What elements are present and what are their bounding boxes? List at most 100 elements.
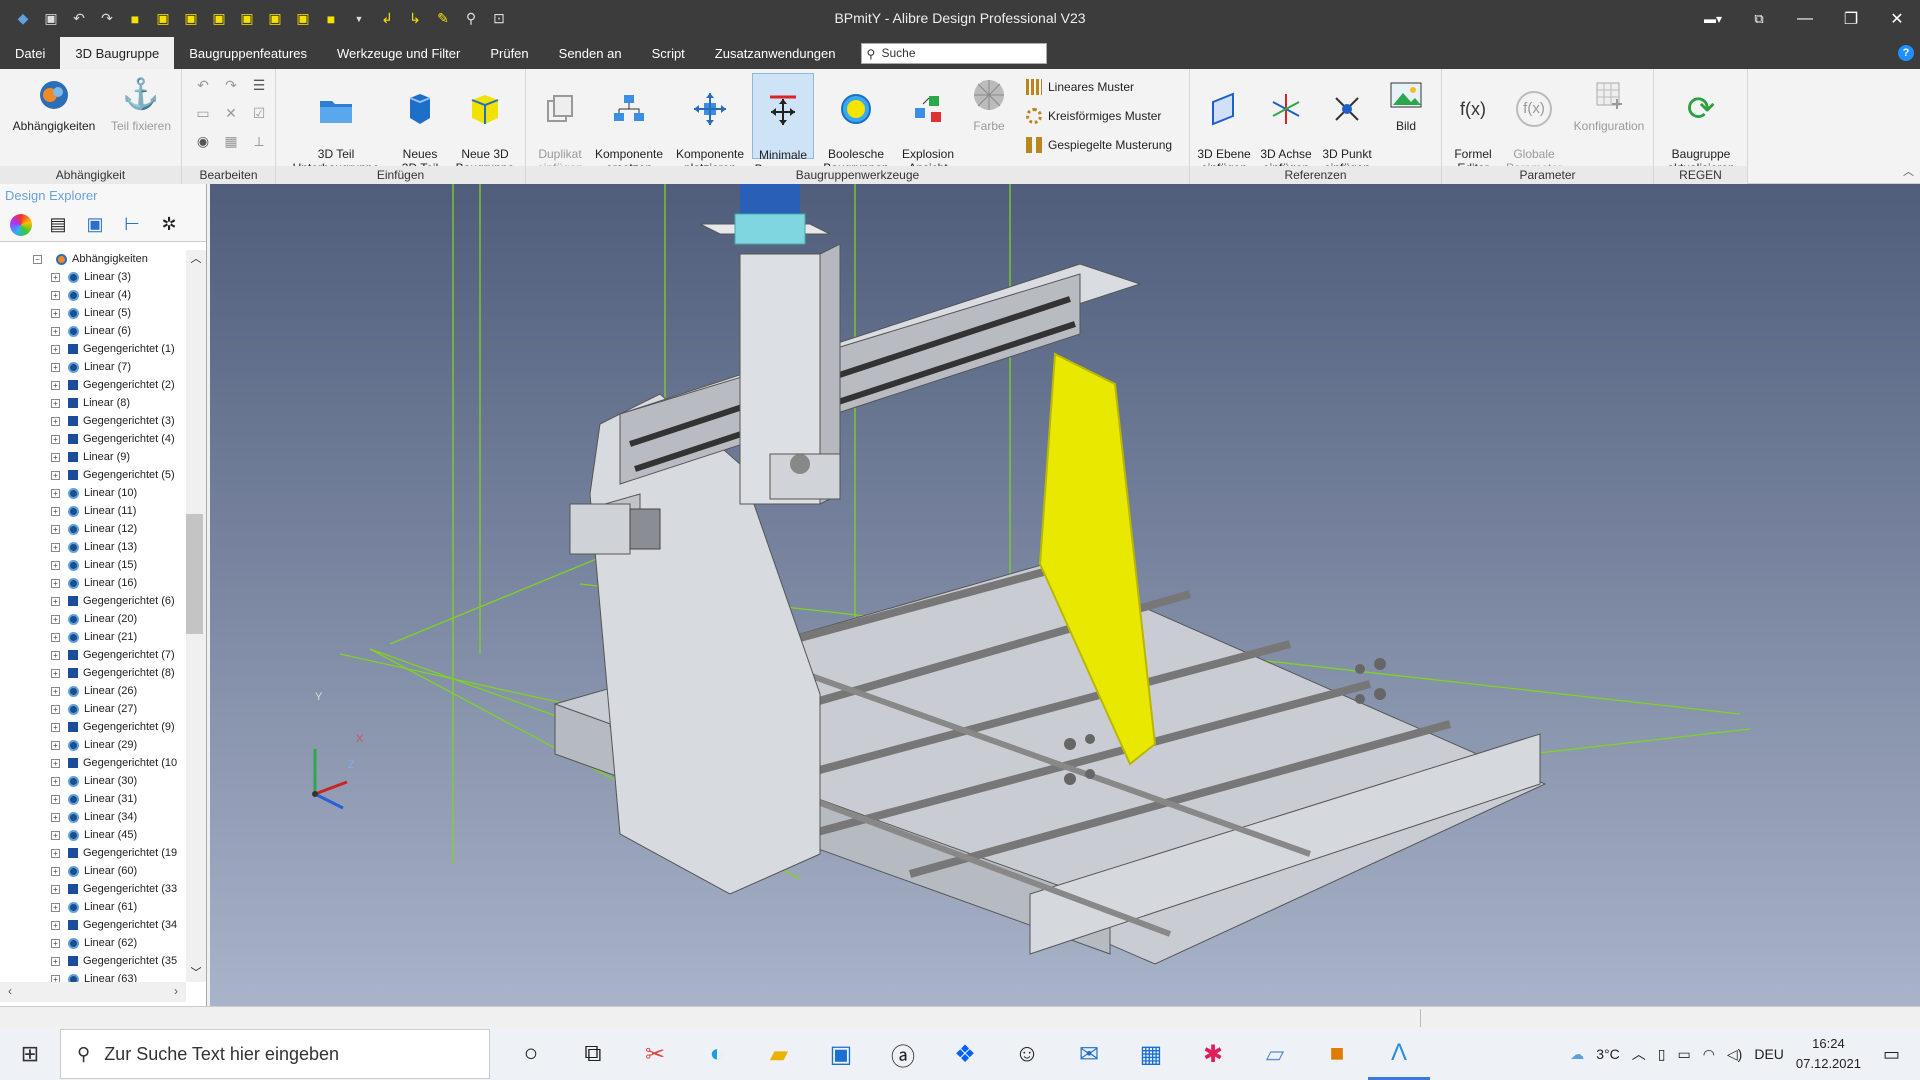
expand-icon[interactable]: +: [51, 633, 60, 642]
expand-icon[interactable]: +: [51, 831, 60, 840]
tree-item[interactable]: + Gegengerichtet (5): [0, 466, 186, 484]
tree-item[interactable]: + Gegengerichtet (34: [0, 916, 186, 934]
mail-icon[interactable]: ✉: [1058, 1028, 1120, 1080]
edit-small-icon[interactable]: ☰: [250, 77, 268, 95]
view-back-icon[interactable]: ▣: [236, 8, 258, 30]
save-icon[interactable]: ▣: [40, 8, 62, 30]
box-small-icon[interactable]: ▦: [222, 133, 240, 151]
tree-item[interactable]: + Gegengerichtet (4): [0, 430, 186, 448]
tree-item[interactable]: + Linear (10): [0, 484, 186, 502]
clock[interactable]: 16:24 07.12.2021: [1796, 1034, 1861, 1074]
tree-item[interactable]: + Linear (3): [0, 268, 186, 286]
gespiegelte-musterung-button[interactable]: Gespiegelte Musterung: [1026, 137, 1172, 153]
help-icon[interactable]: ?: [1898, 45, 1914, 61]
view-custom-icon[interactable]: ■: [320, 8, 342, 30]
scroll-up-icon[interactable]: ︿: [186, 250, 206, 266]
collapse-icon[interactable]: −: [33, 255, 42, 264]
settings-icon[interactable]: ✲: [158, 214, 180, 236]
tab-script[interactable]: Script: [637, 37, 700, 69]
taskbar-search[interactable]: ⚲ Zur Suche Text hier eingeben: [60, 1029, 490, 1079]
weather-temp[interactable]: 3°C: [1596, 1046, 1620, 1062]
copy-small-icon[interactable]: ▭: [194, 105, 212, 123]
tree-item[interactable]: + Linear (63): [0, 970, 186, 982]
file-explorer-icon[interactable]: ▰: [748, 1028, 810, 1080]
3d-viewport[interactable]: Y X Z: [210, 184, 1920, 1006]
weather-icon[interactable]: ☁: [1570, 1046, 1584, 1063]
tree-item[interactable]: + Linear (21): [0, 628, 186, 646]
expand-icon[interactable]: +: [51, 579, 60, 588]
account-icon[interactable]: ▬▾: [1690, 0, 1736, 37]
expand-icon[interactable]: +: [51, 849, 60, 858]
tree-item[interactable]: + Linear (11): [0, 502, 186, 520]
snipping-tool-icon[interactable]: ✂: [624, 1028, 686, 1080]
expand-icon[interactable]: +: [51, 345, 60, 354]
collapse-ribbon-icon[interactable]: ︿: [1903, 163, 1914, 179]
tree-item[interactable]: + Linear (62): [0, 934, 186, 952]
expand-icon[interactable]: +: [51, 741, 60, 750]
scroll-down-icon[interactable]: ﹀: [186, 964, 206, 980]
tree-item[interactable]: + Linear (26): [0, 682, 186, 700]
package-icon[interactable]: ■: [1306, 1028, 1368, 1080]
tree-item[interactable]: + Gegengerichtet (10: [0, 754, 186, 772]
expand-icon[interactable]: +: [51, 291, 60, 300]
view-right-icon[interactable]: ▣: [208, 8, 230, 30]
notifications-icon[interactable]: ▭: [1883, 1044, 1900, 1065]
dimension-arrow2-icon[interactable]: ↳: [404, 8, 426, 30]
tree-item[interactable]: + Gegengerichtet (33: [0, 880, 186, 898]
expand-icon[interactable]: +: [51, 903, 60, 912]
start-button[interactable]: ⊞: [0, 1028, 60, 1080]
language-indicator[interactable]: DEU: [1754, 1046, 1784, 1062]
tree-horizontal-scrollbar[interactable]: ‹ ›: [0, 982, 186, 1002]
expand-icon[interactable]: +: [51, 759, 60, 768]
tree-item[interactable]: + Linear (45): [0, 826, 186, 844]
expand-icon[interactable]: +: [51, 525, 60, 534]
dropbox-icon[interactable]: ❖: [934, 1028, 996, 1080]
tree-item[interactable]: + Linear (31): [0, 790, 186, 808]
cnc-model-render[interactable]: Y X Z: [210, 184, 1920, 1006]
expand-icon[interactable]: +: [51, 957, 60, 966]
expand-icon[interactable]: +: [51, 507, 60, 516]
measure-icon[interactable]: ✎: [432, 8, 454, 30]
tree-item[interactable]: + Linear (60): [0, 862, 186, 880]
tree-item[interactable]: + Gegengerichtet (8): [0, 664, 186, 682]
dropdown-icon[interactable]: ▼: [348, 8, 370, 30]
tree-item[interactable]: + Gegengerichtet (1): [0, 340, 186, 358]
network-app-icon[interactable]: ▱: [1244, 1028, 1306, 1080]
tab-senden-an[interactable]: Senden an: [544, 37, 637, 69]
lineares-muster-button[interactable]: Lineares Muster: [1026, 79, 1134, 95]
volume-icon[interactable]: ◁): [1727, 1046, 1742, 1063]
tree-icon[interactable]: ⊢: [121, 214, 143, 236]
tree-item[interactable]: + Linear (5): [0, 304, 186, 322]
tree-item[interactable]: + Linear (7): [0, 358, 186, 376]
tree-item[interactable]: + Gegengerichtet (3): [0, 412, 186, 430]
expand-icon[interactable]: +: [51, 669, 60, 678]
tree-item[interactable]: + Linear (30): [0, 772, 186, 790]
check-small-icon[interactable]: ☑: [250, 105, 268, 123]
tree-item[interactable]: + Linear (12): [0, 520, 186, 538]
tree-item[interactable]: + Linear (8): [0, 394, 186, 412]
abhaengigkeiten-button[interactable]: Abhängigkeiten: [6, 73, 102, 133]
expand-icon[interactable]: +: [51, 381, 60, 390]
task-view-icon[interactable]: ⧉: [562, 1028, 624, 1080]
konfiguration-button[interactable]: Konfiguration: [1568, 73, 1650, 133]
monitor-icon[interactable]: ▣: [84, 214, 106, 236]
cortana-icon[interactable]: ○: [500, 1028, 562, 1080]
view-left-icon[interactable]: ▣: [292, 8, 314, 30]
app-face-icon[interactable]: ☺: [996, 1028, 1058, 1080]
tab-werkzeuge-filter[interactable]: Werkzeuge und Filter: [322, 37, 475, 69]
tray-expand-icon[interactable]: ︿: [1632, 1044, 1646, 1064]
slack-icon[interactable]: ✱: [1182, 1028, 1244, 1080]
color-wheel-icon[interactable]: [10, 213, 32, 236]
delete-small-icon[interactable]: ✕: [222, 105, 240, 123]
visibility-small-icon[interactable]: ◉: [194, 133, 212, 151]
tree-item[interactable]: + Linear (15): [0, 556, 186, 574]
view-iso-icon[interactable]: ■: [124, 8, 146, 30]
expand-icon[interactable]: +: [51, 615, 60, 624]
tab-pruefen[interactable]: Prüfen: [475, 37, 543, 69]
view-front-icon[interactable]: ▣: [152, 8, 174, 30]
expand-icon[interactable]: +: [51, 939, 60, 948]
undo-small-icon[interactable]: ↶: [194, 77, 212, 95]
tree-item[interactable]: + Linear (13): [0, 538, 186, 556]
search-input[interactable]: ⚲ Suche: [860, 42, 1047, 64]
tab-datei[interactable]: Datei: [0, 37, 60, 69]
